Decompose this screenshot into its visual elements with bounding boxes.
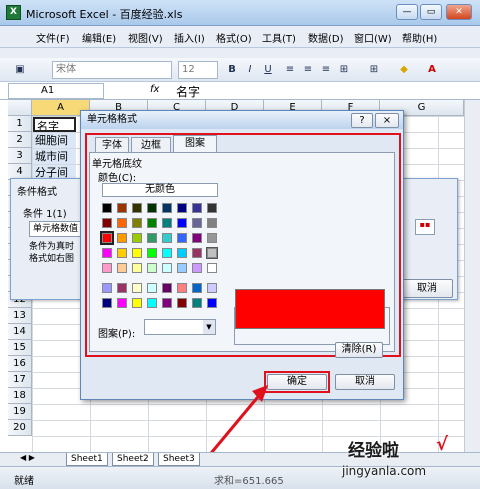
sheet-tab-2[interactable]: Sheet2: [112, 453, 154, 466]
watermark-title: 经验啦: [348, 441, 399, 461]
sheet-tab-1[interactable]: Sheet1: [66, 453, 108, 466]
status-ready: 就绪: [14, 476, 34, 487]
watermark-url: jingyanla.com: [342, 464, 427, 478]
check-icon: √: [436, 434, 449, 455]
status-sum: 求和=651.665: [214, 476, 284, 487]
sheet-tab-3[interactable]: Sheet3: [158, 453, 200, 466]
annotation-arrow: [190, 385, 268, 477]
tab-nav-icon[interactable]: ◀ ▶: [20, 453, 35, 462]
